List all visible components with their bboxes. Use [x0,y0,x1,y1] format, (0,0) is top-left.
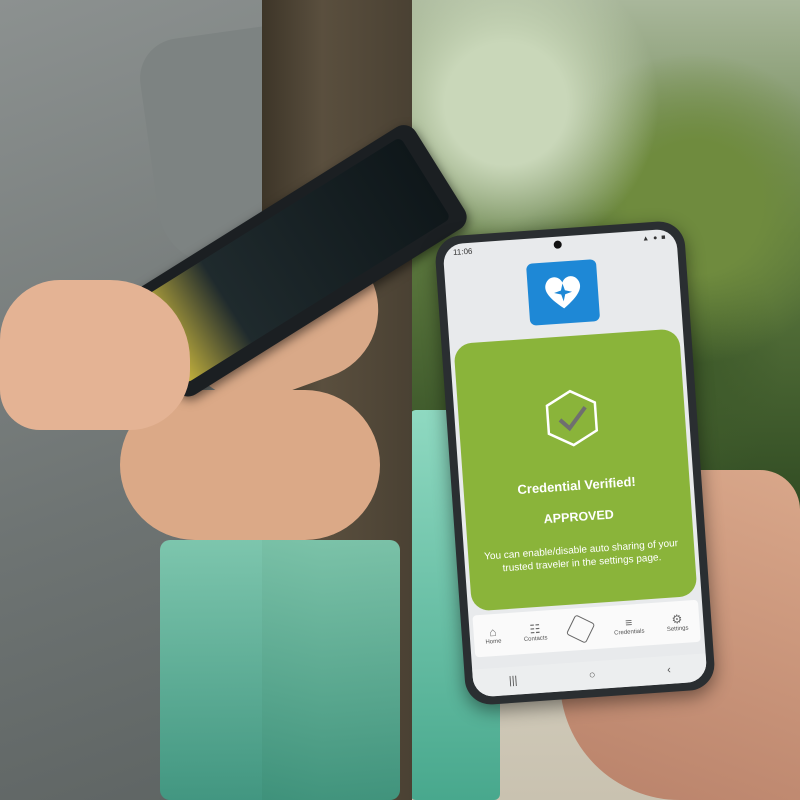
gear-icon: ⚙ [671,611,683,627]
status-icons: ▲ ● ■ [641,233,667,243]
nav-home[interactable]: ⌂ Home [484,624,502,646]
approved-status: APPROVED [543,507,615,527]
nav-credentials-label: Credentials [613,628,645,637]
nav-settings-label: Settings [666,624,689,633]
photo-scene: 11:06 ▲ ● ■ Credential Verified! APPROVE… [0,0,800,800]
phone-screen: 11:06 ▲ ● ■ Credential Verified! APPROVE… [442,228,708,698]
scan-icon [565,614,596,644]
home-icon: ⌂ [488,624,497,639]
nav-contacts-label: Contacts [523,634,548,643]
verified-title: Credential Verified! [516,473,637,498]
nav-settings[interactable]: ⚙ Settings [666,611,689,633]
auto-share-note: You can enable/disable auto sharing of y… [483,538,679,575]
nav-home-label: Home [485,638,502,646]
app-header [444,244,683,340]
nav-credentials[interactable]: ≡ Credentials [613,615,645,636]
nav-contacts[interactable]: ☷ Contacts [523,621,548,643]
smartphone: 11:06 ▲ ● ■ Credential Verified! APPROVE… [433,219,717,707]
status-time: 11:06 [452,246,473,257]
hexagon-check-icon [545,389,599,447]
credentials-icon: ≡ [624,614,633,630]
back-button[interactable]: ‹ [667,664,672,676]
system-nav-bar: ||| ○ ‹ [472,653,708,698]
verification-card: Credential Verified! APPROVED You can en… [453,328,698,612]
home-button[interactable]: ○ [589,669,596,681]
heart-star-icon [525,259,601,326]
contacts-icon: ☷ [529,621,541,637]
camera-icon [553,240,562,249]
recent-apps-button[interactable]: ||| [508,675,517,688]
green-chair [160,540,400,800]
nav-scan[interactable] [565,614,596,644]
person-hand-pointing [0,280,190,430]
